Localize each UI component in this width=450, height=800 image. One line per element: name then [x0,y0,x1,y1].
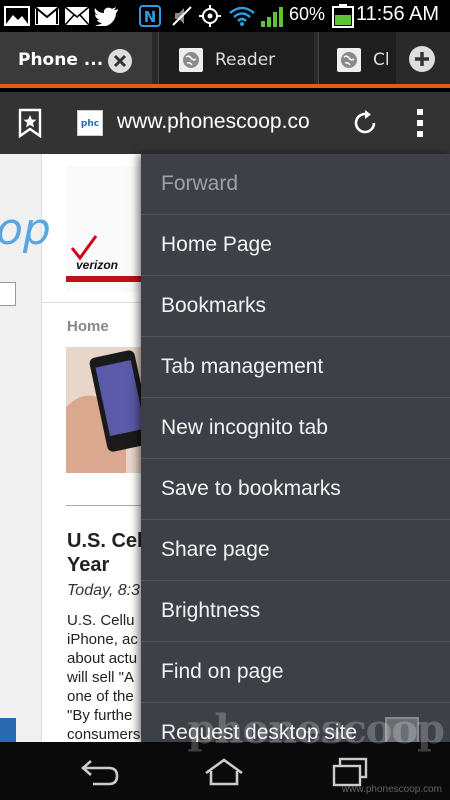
ad-banner: verizon [66,166,142,292]
overflow-menu-icon[interactable] [410,106,430,140]
twitter-icon [94,5,120,27]
bookmark-icon[interactable] [18,108,44,139]
menu-item-request-desktop-site[interactable]: Request desktop site [141,703,450,742]
home-button[interactable] [194,752,254,792]
blue-block [0,718,16,742]
article-body-line: "By furthe [67,707,133,724]
gallery-icon [4,5,30,27]
menu-item-share-page[interactable]: Share page [141,520,450,581]
tab-reader[interactable]: Reader [158,32,314,84]
reload-icon[interactable] [350,108,380,138]
ad-brand-text: verizon [76,258,119,272]
menu-item-label: Bookmarks [161,294,267,317]
url-field[interactable]: www.phonescoop.co [117,110,310,134]
email-icon [64,5,90,27]
divider [42,302,142,303]
article-body-line: U.S. Cellu [67,612,135,629]
tab-title: Cl [373,50,390,70]
search-box-fragment [0,282,16,306]
watermark-url: www.phonescoop.com [341,784,442,795]
menu-item-forward[interactable]: Forward [141,154,450,215]
globe-icon [337,48,361,72]
breadcrumb[interactable]: Home [67,318,109,335]
menu-item-label: Home Page [161,233,272,256]
page-left-column: op [0,154,51,742]
mute-icon [170,5,194,27]
address-bar: phc www.phonescoop.co [0,92,450,154]
svg-text:phc: phc [81,119,99,129]
menu-item-new-incognito-tab[interactable]: New incognito tab [141,398,450,459]
tab-phonescoop[interactable]: Phone ... [0,32,152,84]
menu-item-tab-management[interactable]: Tab management [141,337,450,398]
tab-title: Reader [215,50,276,70]
wifi-icon [228,5,256,27]
menu-item-find-on-page[interactable]: Find on page [141,642,450,703]
article-dateline: Today, 8:3 [67,582,140,599]
tab-bar: Phone ... Reader Cl [0,32,450,88]
menu-item-label: Share page [161,538,270,561]
svg-text:N: N [144,8,157,26]
article-headline[interactable]: Year [67,554,109,577]
article-image [66,347,142,473]
menu-item-label: Tab management [161,355,324,378]
divider [66,505,142,506]
menu-item-label: New incognito tab [161,416,328,439]
article-body-line: will sell "A [67,669,135,686]
menu-item-bookmarks[interactable]: Bookmarks [141,276,450,337]
signal-icon [260,5,284,27]
menu-item-label: Save to bookmarks [161,477,341,500]
battery-icon [332,4,354,28]
nfc-icon: N [138,5,162,27]
tab-title: Phone ... [18,50,104,70]
gmail-icon [34,5,60,27]
status-bar: N 60% 11:56 AM [0,0,450,32]
menu-item-home-page[interactable]: Home Page [141,215,450,276]
battery-percent: 60% [289,4,326,24]
article-body-line: consumers [67,726,141,742]
globe-icon [179,48,203,72]
menu-item-label: Forward [161,172,239,195]
menu-item-save-to-bookmarks[interactable]: Save to bookmarks [141,459,450,520]
menu-item-label: Find on page [161,660,284,683]
article-body-line: iPhone, ac [67,631,138,648]
close-tab-icon[interactable] [107,48,133,74]
menu-item-label: Request desktop site [161,721,358,742]
gps-icon [198,5,222,27]
menu-item-brightness[interactable]: Brightness [141,581,450,642]
site-favicon: phc [77,110,103,136]
tab-partial[interactable]: Cl [318,32,396,84]
overflow-menu: Forward Home Page Bookmarks Tab manageme… [141,154,450,742]
article-body-line: one of the [67,688,134,705]
back-button[interactable] [70,752,130,792]
article-headline[interactable]: U.S. Cel [67,530,143,553]
checkbox[interactable] [385,717,419,742]
clock: 11:56 AM [356,3,440,25]
ad-red-stripe [66,276,142,282]
article-body-line: about actu [67,650,138,667]
site-logo-fragment: op [0,204,51,255]
menu-item-label: Brightness [161,599,261,622]
new-tab-icon[interactable] [408,45,436,73]
